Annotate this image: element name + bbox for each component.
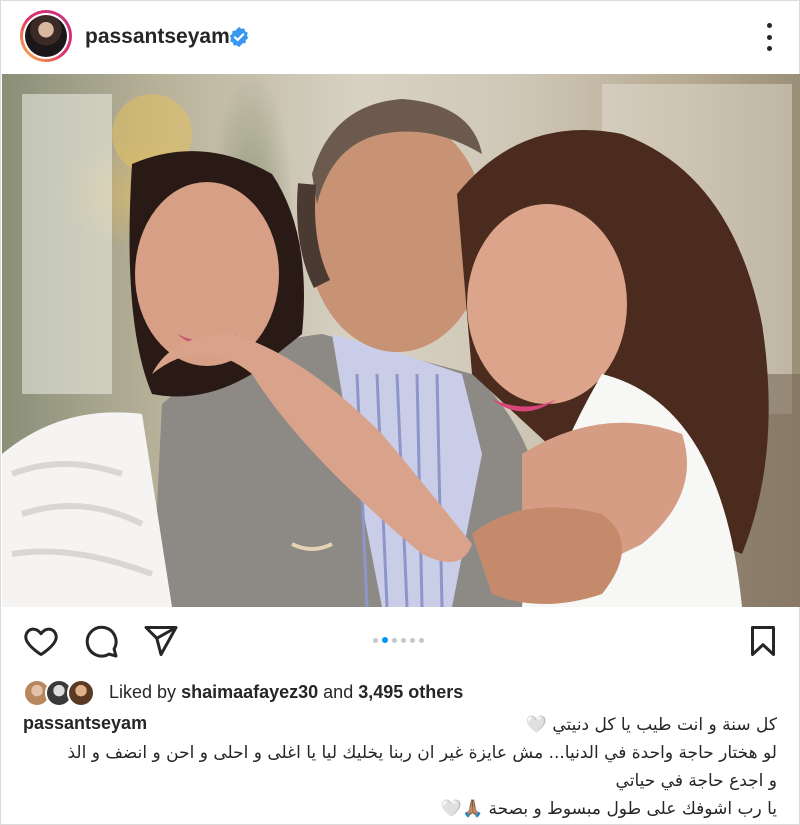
carousel-dot (392, 637, 397, 643)
avatar-image (25, 15, 67, 57)
carousel-dot-active (382, 637, 388, 643)
verified-badge-icon (229, 26, 249, 48)
carousel-dot (410, 637, 415, 643)
instagram-post: passantseyam Liked by shaimaafayez30 and… (0, 0, 800, 825)
likes-others-count[interactable]: 3,495 others (358, 682, 463, 702)
post-photo[interactable] (2, 74, 800, 607)
first-liker-username[interactable]: shaimaafayez30 (181, 682, 318, 702)
caption-username[interactable]: passantseyam (23, 713, 147, 734)
liker-avatars[interactable] (23, 677, 95, 709)
post-header: passantseyam (1, 1, 800, 73)
comment-icon[interactable] (83, 623, 119, 659)
photo-illustration (2, 84, 800, 607)
carousel-dot (373, 637, 378, 643)
likes-summary[interactable]: Liked by shaimaafayez30 and 3,495 others (109, 682, 463, 703)
post-username[interactable]: passantseyam (85, 25, 230, 49)
liker-avatar (67, 679, 95, 707)
caption-line: و اجدع حاجة في حياتي (615, 771, 777, 791)
like-heart-icon[interactable] (23, 623, 59, 659)
likes-conjunction: and (323, 682, 354, 702)
likes-prefix: Liked by (109, 682, 177, 702)
carousel-dot (419, 637, 424, 643)
avatar[interactable] (20, 10, 72, 62)
carousel-dot (401, 637, 406, 643)
caption-line: يا رب اشوفك على طول مبسوط و بصحة 🙏🏽🤍 (440, 799, 777, 819)
carousel-indicator (373, 637, 424, 643)
caption-line: كل سنة و انت طيب يا كل دنيتي 🤍 (525, 715, 777, 735)
more-options-icon[interactable] (758, 23, 780, 51)
share-icon[interactable] (143, 623, 179, 659)
bookmark-icon[interactable] (745, 623, 781, 659)
caption-line: لو هختار حاجة واحدة في الدنيا... مش عايز… (67, 743, 777, 763)
